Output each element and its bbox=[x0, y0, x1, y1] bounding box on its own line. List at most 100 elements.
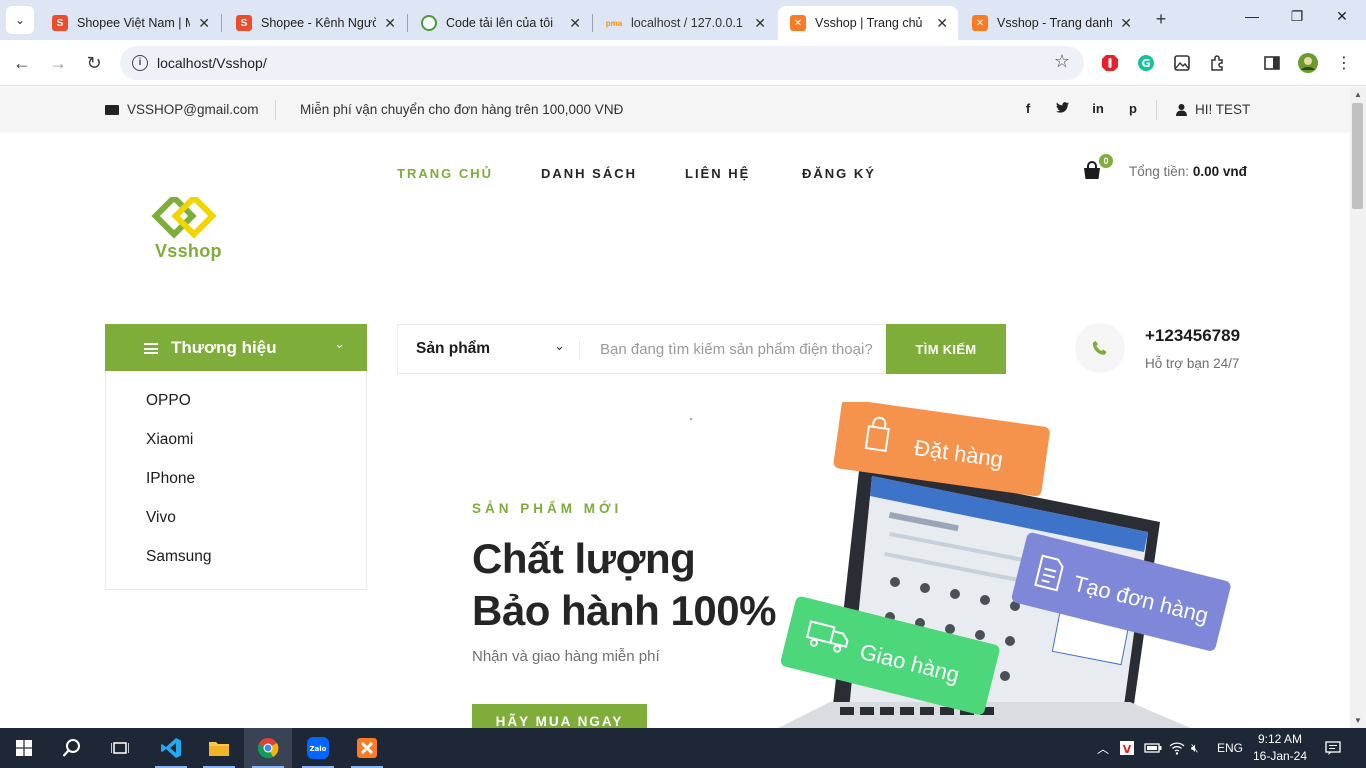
close-tab-icon[interactable]: ✕ bbox=[198, 15, 210, 32]
side-panel-icon[interactable] bbox=[1262, 53, 1282, 73]
brand-menu-toggle[interactable]: Thương hiệu ⌄ bbox=[105, 324, 367, 371]
brand-item-iphone[interactable]: IPhone bbox=[146, 470, 195, 488]
minimize-icon[interactable]: — bbox=[1242, 8, 1262, 24]
grammarly-extension-icon[interactable]: G bbox=[1136, 53, 1156, 73]
tab-search-chevron-icon[interactable]: ⌄ bbox=[6, 6, 34, 34]
scroll-up-icon[interactable]: ▲ bbox=[1350, 90, 1366, 99]
brand-item-samsung[interactable]: Samsung bbox=[146, 548, 211, 566]
extensions-puzzle-icon[interactable] bbox=[1208, 53, 1228, 73]
back-arrow-icon[interactable]: ← bbox=[11, 52, 33, 74]
linkedin-icon[interactable]: in bbox=[1090, 101, 1106, 116]
scrollbar-thumb[interactable] bbox=[1352, 103, 1363, 209]
user-greeting[interactable]: HI! TEST bbox=[1176, 102, 1250, 117]
page-scrollbar[interactable]: ▲ ▼ bbox=[1350, 87, 1366, 728]
nav-register[interactable]: ĐĂNG KÝ bbox=[802, 166, 876, 181]
xampp-icon: ✕ bbox=[972, 15, 988, 31]
clock-time: 9:12 AM bbox=[1257, 732, 1303, 746]
show-hidden-icons-chevron-icon[interactable]: ︿ bbox=[1097, 728, 1109, 768]
wifi-icon[interactable] bbox=[1169, 728, 1185, 768]
divider bbox=[275, 100, 276, 120]
phone-icon bbox=[1092, 341, 1107, 355]
new-tab-button[interactable]: + bbox=[1150, 8, 1172, 30]
input-language[interactable]: ENG bbox=[1217, 728, 1243, 768]
battery-icon[interactable] bbox=[1144, 728, 1162, 768]
vpn-tray-icon[interactable]: V bbox=[1119, 728, 1135, 768]
close-window-icon[interactable]: ✕ bbox=[1332, 8, 1352, 25]
tab-separator bbox=[221, 14, 222, 32]
pinterest-icon[interactable]: p bbox=[1125, 101, 1141, 116]
browser-tab[interactable]: Code tải lên của tôi ✕ bbox=[409, 6, 591, 40]
cart-total: Tổng tiền: 0.00 vnđ bbox=[1129, 164, 1247, 179]
free-shipping-notice: Miễn phí vận chuyển cho đơn hàng trên 10… bbox=[300, 102, 624, 117]
profile-avatar[interactable] bbox=[1298, 53, 1318, 73]
header-email: VSSHOP@gmail.com bbox=[105, 102, 259, 117]
nav-contact[interactable]: LIÊN HỆ bbox=[685, 166, 750, 181]
shopee-icon: S bbox=[236, 15, 252, 31]
clock-date: 16-Jan-24 bbox=[1252, 749, 1308, 763]
search-category-select[interactable]: Sản phẩm bbox=[416, 340, 490, 358]
hero-tag: SẢN PHẨM MỚI bbox=[472, 501, 623, 516]
address-bar[interactable]: i localhost/Vsshop/ ☆ bbox=[120, 46, 1084, 80]
user-icon bbox=[1176, 103, 1187, 116]
code-icon bbox=[421, 15, 437, 31]
brand-item-oppo[interactable]: OPPO bbox=[146, 392, 191, 410]
brand-item-xiaomi[interactable]: Xiaomi bbox=[146, 431, 193, 449]
image-extension-icon[interactable] bbox=[1172, 53, 1192, 73]
xampp-icon[interactable] bbox=[343, 728, 391, 768]
brand-item-vivo[interactable]: Vivo bbox=[146, 509, 176, 527]
browser-tab[interactable]: pma localhost / 127.0.0.1 / ✕ bbox=[594, 6, 776, 40]
restore-icon[interactable]: ❐ bbox=[1287, 8, 1307, 25]
phpmyadmin-icon: pma bbox=[605, 18, 623, 28]
shop-now-button[interactable]: HÃY MUA NGAY bbox=[472, 704, 647, 728]
browser-tab-strip: ⌄ S Shopee Việt Nam | M ✕ S Shopee - Kên… bbox=[0, 0, 1366, 40]
close-tab-icon[interactable]: ✕ bbox=[569, 15, 581, 32]
browser-tab[interactable]: S Shopee - Kênh Người ✕ bbox=[224, 6, 406, 40]
chevron-down-icon[interactable]: ⌄ bbox=[554, 338, 565, 354]
vscode-icon[interactable] bbox=[147, 728, 195, 768]
twitter-icon[interactable] bbox=[1054, 101, 1070, 116]
task-view-icon[interactable] bbox=[96, 728, 144, 768]
search-button[interactable]: TÌM KIẾM bbox=[886, 324, 1006, 374]
chrome-icon[interactable] bbox=[244, 728, 292, 768]
forward-arrow-icon[interactable]: → bbox=[47, 52, 69, 74]
search-form: Sản phẩm ⌄ TÌM KIẾM bbox=[397, 324, 1006, 374]
header-top-bar: VSSHOP@gmail.com Miễn phí vận chuyển cho… bbox=[0, 87, 1350, 133]
browser-tab-active[interactable]: ✕ Vsshop | Trang chủ ✕ bbox=[778, 6, 958, 40]
close-tab-icon[interactable]: ✕ bbox=[754, 15, 766, 32]
nav-home[interactable]: TRANG CHỦ bbox=[397, 166, 493, 181]
reload-icon[interactable]: ↻ bbox=[83, 52, 105, 74]
brand-list: OPPO Xiaomi IPhone Vivo Samsung bbox=[105, 371, 367, 590]
chrome-menu-icon[interactable]: ⋮ bbox=[1334, 53, 1354, 73]
divider bbox=[1156, 100, 1157, 120]
bookmark-star-icon[interactable]: ☆ bbox=[1054, 51, 1070, 72]
logo-text[interactable]: Vsshop bbox=[155, 241, 222, 262]
cart-total-label: Tổng tiền: bbox=[1129, 164, 1190, 179]
support-hours: Hỗ trợ bạn 24/7 bbox=[1145, 356, 1240, 371]
windows-start-icon[interactable] bbox=[0, 728, 48, 768]
search-input[interactable] bbox=[581, 326, 886, 372]
svg-text:G: G bbox=[1141, 57, 1150, 70]
divider bbox=[579, 340, 580, 360]
site-info-icon[interactable]: i bbox=[132, 55, 148, 71]
url-text[interactable]: localhost/Vsshop/ bbox=[157, 55, 267, 71]
browser-tab[interactable]: ✕ Vsshop - Trang danh ✕ bbox=[960, 6, 1142, 40]
close-tab-icon[interactable]: ✕ bbox=[1120, 15, 1132, 32]
tab-separator bbox=[592, 14, 593, 32]
close-tab-icon[interactable]: ✕ bbox=[936, 15, 948, 32]
file-explorer-icon[interactable] bbox=[195, 728, 243, 768]
scroll-down-icon[interactable]: ▼ bbox=[1350, 716, 1366, 725]
system-clock[interactable]: 9:12 AM 16-Jan-24 bbox=[1252, 731, 1308, 765]
close-tab-icon[interactable]: ✕ bbox=[384, 15, 396, 32]
adblock-extension-icon[interactable] bbox=[1100, 53, 1120, 73]
nav-list[interactable]: DANH SÁCH bbox=[541, 166, 637, 181]
notifications-icon[interactable] bbox=[1325, 728, 1341, 768]
browser-tab[interactable]: S Shopee Việt Nam | M ✕ bbox=[40, 6, 220, 40]
facebook-icon[interactable]: f bbox=[1020, 101, 1036, 116]
tab-separator bbox=[407, 14, 408, 32]
zalo-icon[interactable]: Zalo bbox=[294, 728, 342, 768]
search-icon[interactable] bbox=[48, 728, 96, 768]
shopee-icon: S bbox=[52, 15, 68, 31]
volume-muted-icon[interactable]: 🔇︎ bbox=[1191, 728, 1199, 768]
decorative-dot bbox=[690, 418, 692, 420]
svg-text:V: V bbox=[1123, 743, 1132, 756]
